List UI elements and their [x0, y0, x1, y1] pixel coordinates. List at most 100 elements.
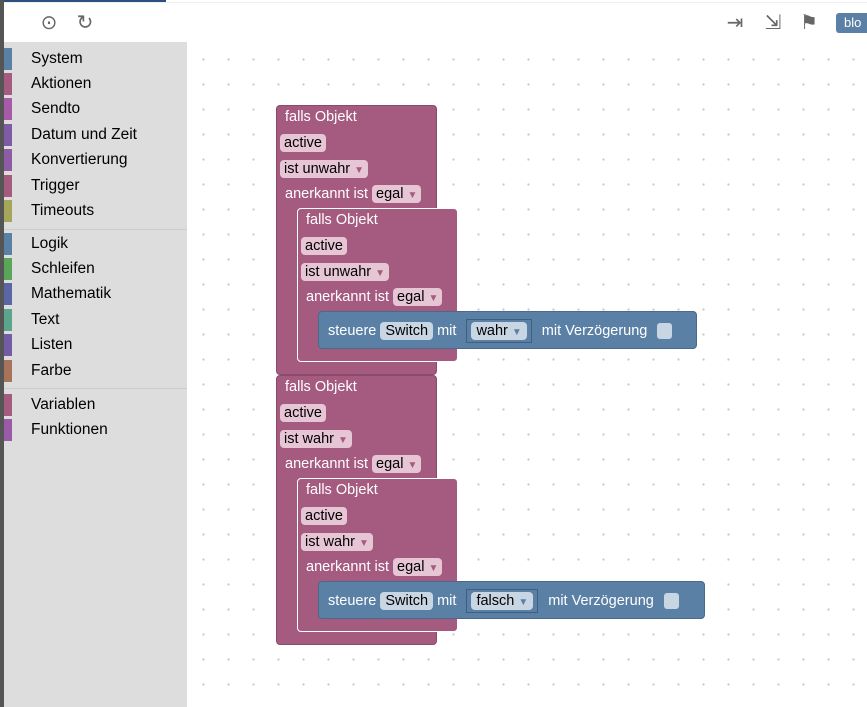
dropdown-arrow-icon: ▼	[354, 165, 364, 176]
title-text: falls Objekt	[285, 379, 357, 395]
object-row: active	[301, 237, 347, 255]
locate-icon[interactable]: ⊙	[38, 12, 60, 34]
ack-row: anerkannt ist egal ▼	[285, 455, 422, 473]
sidebar-separator	[4, 228, 187, 230]
toolbox-sidebar: System Aktionen Sendto Datum und Zeit Konver…	[4, 42, 187, 707]
sidebar-item-label: System	[31, 49, 83, 67]
ack-dropdown[interactable]: egal ▼	[393, 288, 443, 306]
sidebar-item-aktionen[interactable]: Aktionen	[4, 71, 187, 96]
ack-row: anerkannt ist egal ▼	[285, 185, 422, 203]
ack-value: egal	[397, 559, 425, 575]
ack-label: anerkannt ist	[285, 186, 369, 202]
delay-checkbox[interactable]	[657, 323, 673, 339]
condition-row: ist unwahr ▼	[280, 160, 368, 178]
sidebar-item-label: Sendto	[31, 100, 81, 118]
dropdown-arrow-icon: ▼	[407, 460, 418, 471]
category-color-swatch	[4, 174, 12, 197]
ack-value: egal	[376, 456, 404, 472]
blockly-label: blo	[844, 15, 862, 30]
control-label: steuere	[328, 593, 377, 609]
value-dropdown[interactable]: falsch ▼	[471, 592, 534, 610]
sidebar-item-funktionen[interactable]: Funktionen	[4, 417, 187, 442]
object-id-field[interactable]: active	[280, 404, 326, 422]
sidebar-item-label: Konvertierung	[31, 151, 128, 169]
block-title: falls Objekt	[285, 109, 357, 125]
ack-label: anerkannt ist	[306, 289, 390, 305]
category-color-swatch	[4, 393, 12, 416]
sidebar-item-label: Farbe	[31, 361, 72, 379]
ack-dropdown[interactable]: egal ▼	[372, 185, 422, 203]
block-title: falls Objekt	[306, 212, 378, 228]
sidebar-item-timeouts[interactable]: Timeouts	[4, 198, 187, 223]
ack-row: anerkannt ist egal ▼	[306, 288, 443, 306]
condition-row: ist wahr ▼	[301, 533, 373, 551]
dropdown-arrow-icon: ▼	[511, 327, 522, 338]
object-row: active	[280, 134, 326, 152]
category-color-swatch	[4, 123, 12, 146]
dropdown-arrow-icon: ▼	[428, 563, 439, 574]
value-slot: wahr ▼	[466, 319, 532, 343]
value-text: falsch	[476, 593, 515, 609]
category-color-swatch	[4, 149, 12, 172]
delay-checkbox[interactable]	[663, 593, 679, 609]
category-color-swatch	[4, 98, 12, 121]
blockly-icon[interactable]: blo	[836, 13, 867, 33]
sidebar-item-text[interactable]: Text	[4, 307, 187, 332]
condition-dropdown[interactable]: ist unwahr ▼	[301, 263, 389, 281]
ack-label: anerkannt ist	[285, 456, 369, 472]
sidebar-item-sendto[interactable]: Sendto	[4, 97, 187, 122]
value-dropdown[interactable]: wahr ▼	[471, 322, 527, 340]
dropdown-arrow-icon: ▼	[358, 538, 369, 549]
sidebar-item-label: Schleifen	[31, 259, 95, 277]
refresh-icon[interactable]: ↻	[74, 12, 96, 34]
ack-value: egal	[397, 289, 425, 305]
condition-dropdown[interactable]: ist unwahr ▼	[280, 160, 368, 178]
import-icon[interactable]: ⇲	[762, 12, 784, 34]
sidebar-separator	[4, 388, 187, 390]
sidebar-item-label: Timeouts	[31, 201, 95, 219]
category-color-swatch	[4, 199, 12, 222]
category-color-swatch	[4, 283, 12, 306]
sidebar-item-variablen[interactable]: Variablen	[4, 392, 187, 417]
object-id-field[interactable]: active	[280, 134, 326, 152]
sidebar-item-trigger[interactable]: Trigger	[4, 173, 187, 198]
object-id-field[interactable]: active	[301, 507, 347, 525]
with-label: mit	[437, 593, 457, 609]
condition-value: ist unwahr	[305, 264, 372, 280]
sidebar-item-konvertierung[interactable]: Konvertierung	[4, 148, 187, 173]
sidebar-item-system[interactable]: System	[4, 46, 187, 71]
object-row: active	[280, 404, 326, 422]
block-title: falls Objekt	[285, 379, 357, 395]
condition-row: ist unwahr ▼	[301, 263, 389, 281]
dropdown-arrow-icon: ▼	[518, 597, 529, 608]
target-object-field[interactable]: Switch	[380, 322, 434, 340]
sidebar-item-farbe[interactable]: Farbe	[4, 358, 187, 383]
delay-label: mit Verzögerung	[541, 323, 648, 339]
checkered-flag-icon[interactable]: ⚑	[798, 12, 820, 34]
export-icon[interactable]: ⇥	[724, 12, 746, 34]
condition-value: ist wahr	[284, 431, 334, 447]
sidebar-item-label: Funktionen	[31, 420, 108, 438]
ack-dropdown[interactable]: egal ▼	[372, 455, 422, 473]
dropdown-arrow-icon: ▼	[428, 293, 439, 304]
sidebar-item-logik[interactable]: Logik	[4, 231, 187, 256]
target-object-field[interactable]: Switch	[380, 592, 434, 610]
sidebar-item-listen[interactable]: Listen	[4, 333, 187, 358]
control-label: steuere	[328, 323, 377, 339]
object-id-field[interactable]: active	[301, 237, 347, 255]
title-text: falls Objekt	[285, 109, 357, 125]
ack-dropdown[interactable]: egal ▼	[393, 558, 443, 576]
sidebar-item-label: Logik	[31, 234, 69, 252]
condition-dropdown[interactable]: ist wahr ▼	[301, 533, 373, 551]
sidebar-item-datum-und-zeit[interactable]: Datum und Zeit	[4, 122, 187, 147]
control-row: steuere Switch mit wahr ▼ mit Verzögerung	[328, 319, 673, 343]
sidebar-item-mathematik[interactable]: Mathematik	[4, 282, 187, 307]
condition-dropdown[interactable]: ist wahr ▼	[280, 430, 352, 448]
dropdown-arrow-icon: ▼	[337, 435, 348, 446]
with-label: mit	[437, 323, 457, 339]
sidebar-item-schleifen[interactable]: Schleifen	[4, 256, 187, 281]
sidebar-item-label: Variablen	[31, 395, 96, 413]
condition-row: ist wahr ▼	[280, 430, 352, 448]
sidebar-item-label: Text	[31, 310, 60, 328]
ack-value: egal	[376, 186, 404, 202]
